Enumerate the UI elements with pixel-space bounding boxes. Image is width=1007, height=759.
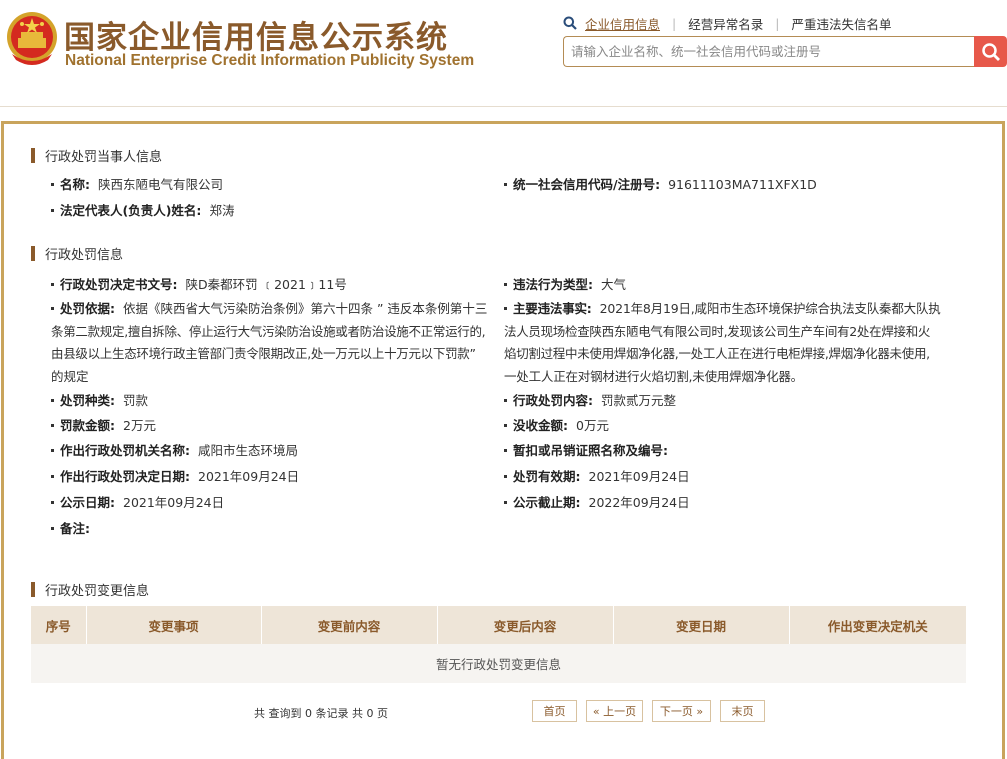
section-marker xyxy=(31,246,35,261)
col-change-date: 变更日期 xyxy=(613,606,790,644)
search-button[interactable] xyxy=(974,36,1007,67)
field-authority: 作出行政处罚机关名称: 咸阳市生态环境局 xyxy=(51,440,298,462)
col-index: 序号 xyxy=(31,606,87,644)
field-license: 暂扣或吊销证照名称及编号: xyxy=(504,440,676,462)
search-input[interactable] xyxy=(563,36,974,67)
field-valid-period: 处罚有效期: 2021年09月24日 xyxy=(504,466,690,488)
pager-info: 共 查询到 0 条记录 共 0 页 xyxy=(254,707,388,720)
section-title-penalty: 行政处罚信息 xyxy=(31,244,123,263)
field-decision-date: 作出行政处罚决定日期: 2021年09月24日 xyxy=(51,466,299,488)
field-penalty-kind: 处罚种类: 罚款 xyxy=(51,390,148,412)
search-icon xyxy=(563,16,577,30)
pager-next-button[interactable]: 下一页 » xyxy=(652,700,711,722)
field-main-facts: 主要违法事实: 2021年8月19日,咸阳市生态环境保护综合执法支队秦都大队执 法… xyxy=(504,301,941,384)
site-header: 国家企业信用信息公示系统 National Enterprise Credit … xyxy=(0,0,1007,106)
search-icon xyxy=(981,42,1000,61)
nav-blacklist[interactable]: 严重违法失信名单 xyxy=(791,14,891,33)
field-confiscated-amount: 没收金额: 0万元 xyxy=(504,415,609,437)
section-marker xyxy=(31,582,35,597)
col-change-authority: 作出变更决定机关 xyxy=(789,606,966,644)
nav-abnormal-list[interactable]: 经营异常名录 xyxy=(688,14,763,33)
site-title: 国家企业信用信息公示系统 xyxy=(64,20,448,56)
nav-credit-info[interactable]: 企业信用信息 xyxy=(585,14,660,33)
field-name: 名称: 陕西东陋电气有限公司 xyxy=(51,174,223,196)
changes-table: 序号 变更事项 变更前内容 变更后内容 变更日期 作出变更决定机关 暂无行政处罚… xyxy=(31,606,966,683)
section-marker xyxy=(31,148,35,163)
nav-separator: | xyxy=(672,15,677,31)
table-header-row: 序号 变更事项 变更前内容 变更后内容 变更日期 作出变更决定机关 xyxy=(31,606,966,644)
field-violation-type: 违法行为类型: 大气 xyxy=(504,274,626,296)
field-credit-code: 统一社会信用代码/注册号: 91611103MA711XFX1D xyxy=(504,174,817,196)
field-publish-end: 公示截止期: 2022年09月24日 xyxy=(504,492,690,514)
site-subtitle: National Enterprise Credit Information P… xyxy=(65,52,475,69)
nav-separator: | xyxy=(775,15,780,31)
field-remark: 备注: xyxy=(51,518,98,540)
section-title-party: 行政处罚当事人信息 xyxy=(31,146,162,165)
top-nav: 企业信用信息 | 经营异常名录 | 严重违法失信名单 xyxy=(563,14,891,32)
field-fine-amount: 罚款金额: 2万元 xyxy=(51,415,156,437)
field-decision-no: 行政处罚决定书文号: 陕D秦都环罚 ﹝2021﹞11号 xyxy=(51,274,347,296)
pager-first-button[interactable]: 首页 xyxy=(532,700,577,722)
field-legal-rep: 法定代表人(负责人)姓名: 郑涛 xyxy=(51,200,234,222)
empty-message: 暂无行政处罚变更信息 xyxy=(31,644,966,683)
header-divider xyxy=(0,106,1007,107)
section-title-changes: 行政处罚变更信息 xyxy=(31,580,149,599)
national-emblem-icon xyxy=(7,12,57,65)
table-row: 暂无行政处罚变更信息 xyxy=(31,644,966,683)
field-publish-date: 公示日期: 2021年09月24日 xyxy=(51,492,224,514)
col-before: 变更前内容 xyxy=(261,606,438,644)
pager-prev-button[interactable]: « 上一页 xyxy=(586,700,643,722)
content-frame: 行政处罚当事人信息 名称: 陕西东陋电气有限公司 统一社会信用代码/注册号: 916… xyxy=(1,121,1005,759)
col-change-item: 变更事项 xyxy=(86,606,262,644)
col-after: 变更后内容 xyxy=(437,606,614,644)
field-penalty-content: 行政处罚内容: 罚款贰万元整 xyxy=(504,390,676,412)
pager-last-button[interactable]: 末页 xyxy=(720,700,765,722)
field-basis: 处罚依据: 依据《陕西省大气污染防治条例》第六十四条 ” 违反本条例第十三 条第二… xyxy=(51,301,488,384)
